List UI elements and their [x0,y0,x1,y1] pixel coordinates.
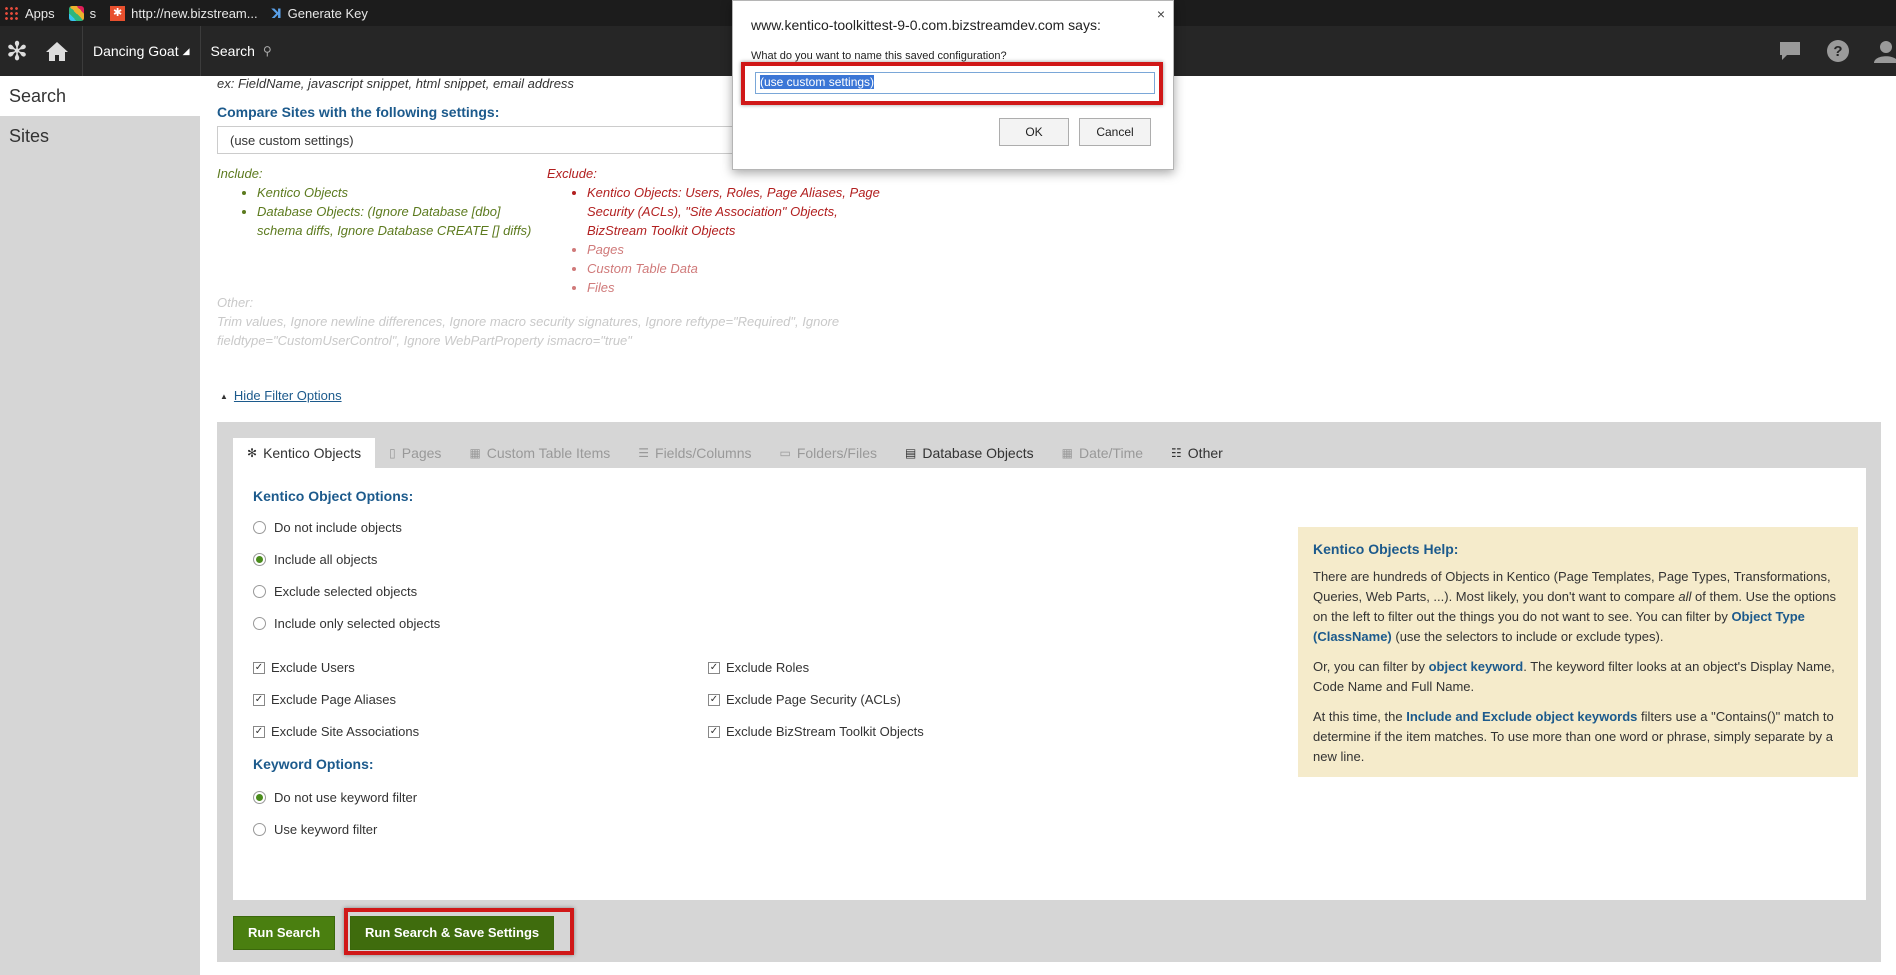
database-icon: ▤ [904,446,917,460]
search-hint-text: ex: FieldName, javascript snippet, html … [217,76,574,91]
include-item: Database Objects: (Ignore Database [dbo]… [257,202,547,240]
home-button[interactable] [32,40,82,62]
kentico-icon: ✻ [247,446,258,460]
check-exclude-roles[interactable]: ✓ Exclude Roles [708,660,809,675]
chat-icon [1780,42,1800,60]
tab-pages[interactable]: ▯ Pages [375,438,455,468]
object-options-title: Kentico Object Options: [253,488,414,504]
folder-icon: ▭ [779,446,791,460]
tab-custom-table-items[interactable]: ▦ Custom Table Items [455,438,624,468]
caret-down-icon: ◢ [182,45,190,56]
tab-fields-columns[interactable]: ☰ Fields/Columns [624,438,765,468]
run-search-button[interactable]: Run Search [233,916,336,950]
exclude-item: Kentico Objects: Users, Roles, Page Alia… [587,183,887,240]
exclude-item: Pages [587,240,887,259]
tab-kentico-objects[interactable]: ✻ Kentico Objects [233,438,376,468]
tab-folders-files[interactable]: ▭ Folders/Files [766,438,891,468]
other-summary: Other: Trim values, Ignore newline diffe… [217,295,840,348]
list-bullets-icon: ☷ [1171,446,1182,460]
user-menu-button[interactable] [1862,39,1896,63]
filter-panel: ✻ Kentico Objects ▯ Pages ▦ Custom Table It… [217,422,1881,962]
apps-grid-icon [4,5,19,21]
bookmark-bizstream[interactable]: ✱ http://new.bizstream... [110,5,258,21]
kentico-k-icon: ꓘ [271,5,282,21]
check-exclude-page-security[interactable]: ✓ Exclude Page Security (ACLs) [708,692,901,707]
tab-date-time[interactable]: ▦ Date/Time [1048,438,1157,468]
check-exclude-bizstream-toolkit[interactable]: ✓ Exclude BizStream Toolkit Objects [708,724,924,739]
check-exclude-site-associations[interactable]: ✓ Exclude Site Associations [253,724,419,739]
nav-item-sites[interactable]: Sites [0,116,200,156]
list-icon: ☰ [638,446,650,460]
radio-include-all[interactable]: Include all objects [253,552,377,567]
hide-filter-options-link[interactable]: Hide Filter Options [234,388,342,403]
ok-button[interactable]: OK [999,118,1069,146]
help-title: Kentico Objects Help: [1313,541,1459,557]
prompt-dialog: www.kentico-toolkittest-9-0.com.bizstrea… [732,0,1174,170]
calendar-icon: ▦ [1061,446,1073,460]
kentico-logo-icon[interactable]: ✻ [2,36,32,66]
slack-icon [68,5,84,21]
header-tools: ? [1766,26,1896,76]
help-button[interactable]: ? [1814,39,1862,63]
compare-settings-select[interactable]: (use custom settings) [217,126,777,154]
check-exclude-page-aliases[interactable]: ✓ Exclude Page Aliases [253,692,396,707]
dialog-message: What do you want to name this saved conf… [751,50,1007,62]
radio-exclude-selected[interactable]: Exclude selected objects [253,584,417,599]
radio-no-keyword-filter[interactable]: Do not use keyword filter [253,790,417,805]
compare-settings-label: Compare Sites with the following setting… [217,104,500,120]
radio-include-only-selected[interactable]: Include only selected objects [253,616,440,631]
bookmark-apps[interactable]: Apps [4,5,55,21]
check-exclude-users[interactable]: ✓ Exclude Users [253,660,355,675]
help-icon: ? [1827,40,1849,62]
filter-tabs: ✻ Kentico Objects ▯ Pages ▦ Custom Table It… [233,438,1237,468]
highlight-box [741,62,1163,105]
chat-button[interactable] [1766,40,1814,62]
svg-text:?: ? [1833,43,1842,60]
main-content: ex: FieldName, javascript snippet, html … [200,76,1896,975]
home-icon [46,42,68,61]
nav-item-search[interactable]: Search [0,76,200,116]
user-icon [1874,41,1896,63]
bizstream-icon: ✱ [110,5,126,21]
keyword-options-title: Keyword Options: [253,756,374,772]
bookmark-generate-key[interactable]: ꓘ Generate Key [272,6,368,21]
tab-content: Kentico Object Options: Do not include o… [233,468,1866,900]
tab-other[interactable]: ☷ Other [1157,438,1237,468]
dialog-title: www.kentico-toolkittest-9-0.com.bizstrea… [751,17,1101,33]
tab-database-objects[interactable]: ▤ Database Objects [891,438,1048,468]
pin-icon[interactable]: ⚲ [263,44,272,58]
site-selector[interactable]: Dancing Goat ◢ [82,26,201,76]
radio-do-not-include[interactable]: Do not include objects [253,520,402,535]
include-summary: Include: Kentico Objects Database Object… [217,164,547,240]
highlight-box [344,908,574,955]
exclude-item: Custom Table Data [587,259,887,278]
current-app[interactable]: Search ⚲ [201,43,282,59]
exclude-summary: Exclude: Kentico Objects: Users, Roles, … [547,164,887,297]
include-item: Kentico Objects [257,183,547,202]
left-navigation: Search Sites [0,76,200,975]
triangle-up-icon: ▲ [220,392,228,402]
close-icon[interactable]: × [1157,6,1165,22]
radio-use-keyword-filter[interactable]: Use keyword filter [253,822,377,837]
page-icon: ▯ [389,446,396,460]
help-box: Kentico Objects Help: There are hundreds… [1298,527,1858,777]
bookmark-slack[interactable]: s [68,5,96,21]
toggle-filter-options[interactable]: ▲ Hide Filter Options [220,388,342,403]
table-icon: ▦ [469,446,481,460]
cancel-button[interactable]: Cancel [1079,118,1151,146]
